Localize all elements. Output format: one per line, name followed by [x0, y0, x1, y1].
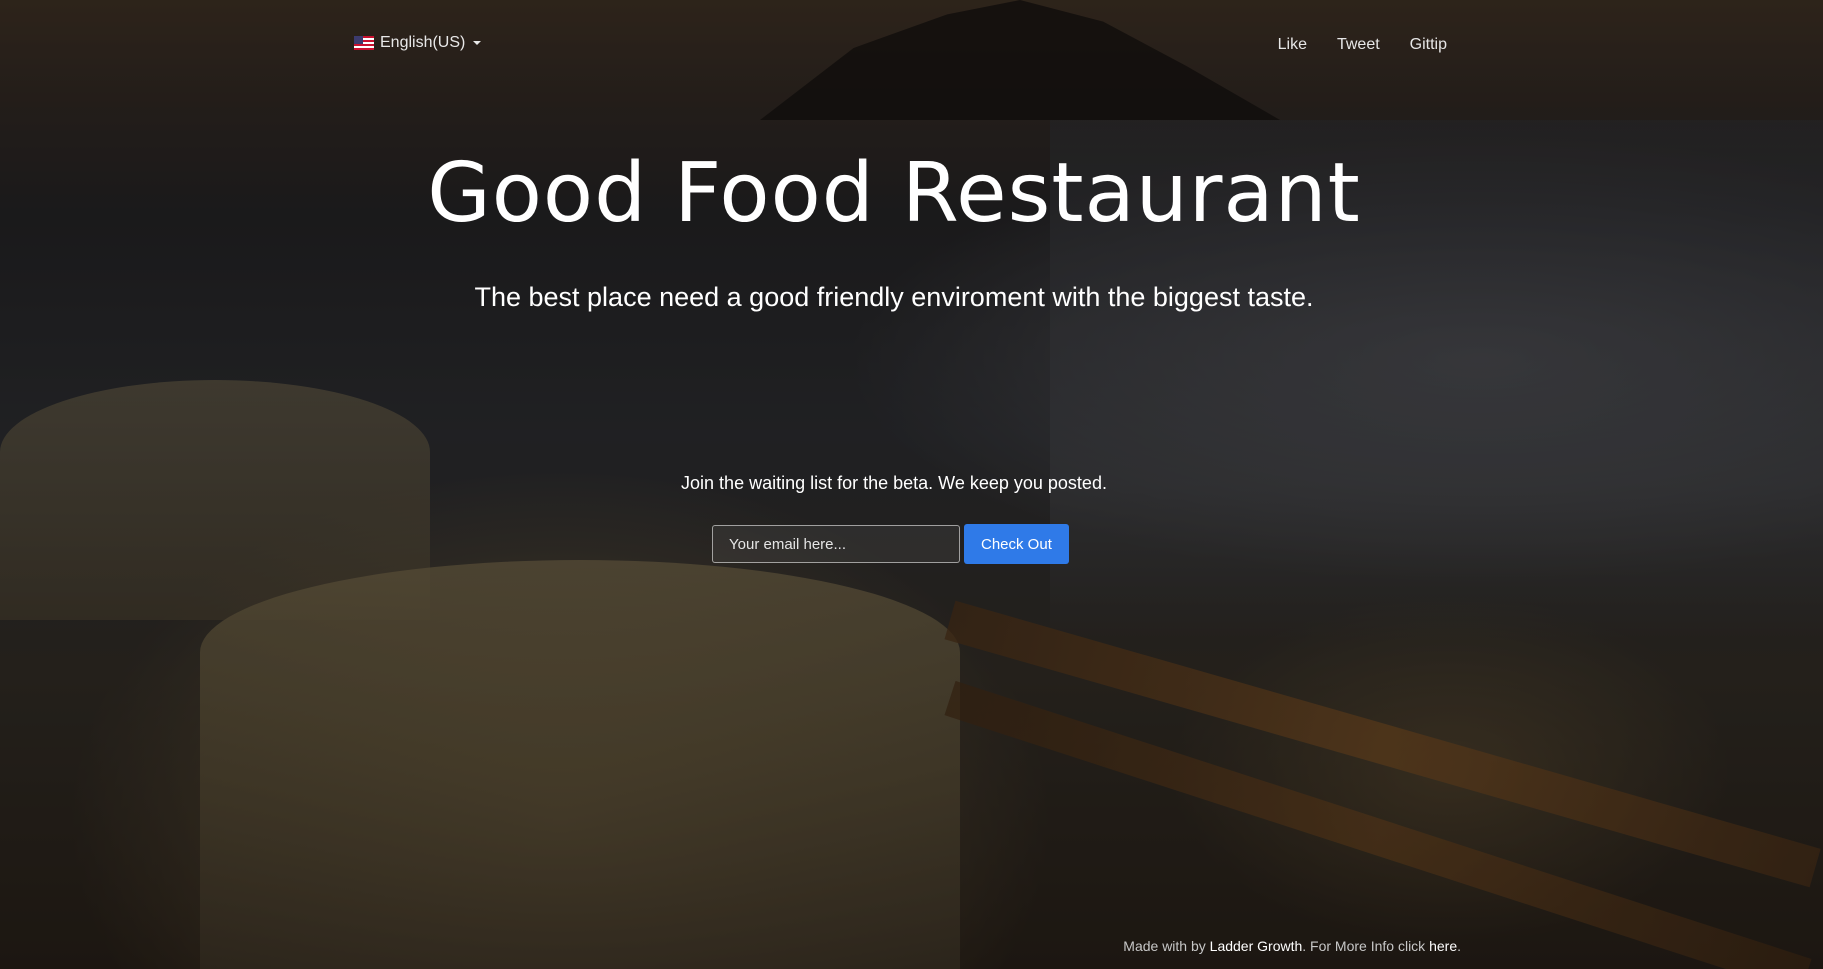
footer-made-with: Made with by [1123, 938, 1210, 954]
page-background: English(US) Like Tweet Gittip Good Food … [0, 0, 1823, 969]
us-flag-icon [354, 36, 374, 50]
language-selector[interactable]: English(US) [354, 34, 482, 52]
footer-end: . [1457, 938, 1461, 954]
signup-form: Check Out [712, 524, 1069, 564]
page-title: Good Food Restaurant [427, 146, 1361, 241]
footer: Made with by Ladder Growth. For More Inf… [1123, 938, 1461, 954]
footer-more-info: . For More Info click [1302, 938, 1430, 954]
social-links: Like Tweet Gittip [1278, 36, 1447, 54]
caret-down-icon [473, 41, 482, 45]
check-out-button[interactable]: Check Out [964, 524, 1069, 564]
language-label: English(US) [380, 34, 466, 51]
waitlist-prompt: Join the waiting list for the beta. We k… [681, 473, 1107, 493]
email-input[interactable] [712, 525, 960, 563]
gittip-link[interactable]: Gittip [1410, 36, 1447, 54]
footer-brand-link[interactable]: Ladder Growth [1210, 938, 1303, 954]
tweet-link[interactable]: Tweet [1337, 36, 1380, 54]
page-subtitle: The best place need a good friendly envi… [474, 282, 1314, 312]
like-link[interactable]: Like [1278, 36, 1307, 54]
footer-here-link[interactable]: here [1429, 938, 1457, 954]
